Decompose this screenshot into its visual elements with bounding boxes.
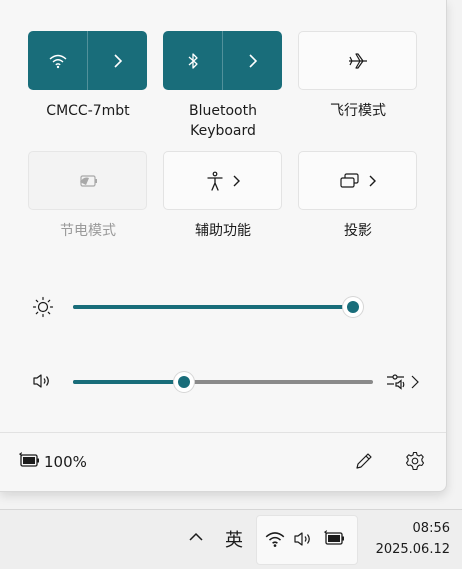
chevron-right-icon — [232, 175, 240, 187]
accessibility-label: 辅助功能 — [195, 223, 251, 239]
wifi-toggle-button[interactable] — [28, 31, 87, 90]
volume-thumb[interactable] — [174, 372, 194, 392]
clock[interactable]: 08:56 2025.06.12 — [362, 518, 450, 560]
battery-saver-label: 节电模式 — [60, 223, 116, 239]
bluetooth-tile-label: Bluetooth Keyboard — [153, 101, 293, 141]
airplane-mode-tile[interactable] — [298, 31, 417, 90]
speaker-icon[interactable] — [32, 373, 52, 389]
chevron-right-icon — [368, 175, 376, 187]
chevron-right-icon — [248, 53, 258, 68]
edit-icon[interactable] — [354, 451, 374, 471]
bluetooth-toggle-button[interactable] — [163, 31, 222, 90]
volume-fill — [73, 380, 184, 384]
project-tile[interactable] — [298, 151, 417, 210]
project-label: 投影 — [344, 223, 372, 239]
volume-icon — [293, 531, 313, 547]
battery-percentage: 100% — [44, 453, 87, 471]
wifi-icon — [264, 530, 286, 548]
brightness-thumb[interactable] — [343, 297, 363, 317]
show-hidden-icons-chevron-up-icon[interactable] — [189, 532, 203, 542]
wifi-tile-label: CMCC-7mbt — [46, 103, 130, 119]
wifi-icon — [48, 53, 68, 69]
footer-divider — [0, 432, 446, 433]
system-tray-group[interactable] — [256, 515, 358, 565]
settings-gear-icon[interactable] — [405, 451, 425, 471]
bluetooth-label-line1: Bluetooth — [189, 103, 257, 119]
bluetooth-icon — [187, 52, 199, 70]
quick-settings-panel: CMCC-7mbt Bluetooth Keyboard 飞行模式 节电模式 辅… — [0, 0, 447, 492]
taskbar: 英 08:56 2025.06.12 — [0, 509, 462, 569]
bluetooth-expand-button[interactable] — [223, 31, 282, 90]
accessibility-tile[interactable] — [163, 151, 282, 210]
audio-output-button[interactable] — [386, 372, 420, 392]
brightness-slider[interactable] — [73, 296, 363, 318]
brightness-fill — [73, 305, 363, 309]
clock-time: 08:56 — [412, 521, 450, 536]
volume-slider[interactable] — [73, 371, 373, 393]
bluetooth-label-line2: Keyboard — [190, 123, 256, 139]
wifi-expand-button[interactable] — [88, 31, 147, 90]
airplane-mode-label: 飞行模式 — [330, 103, 386, 119]
project-icon — [339, 172, 360, 189]
chevron-right-icon — [113, 53, 123, 68]
accessibility-icon — [206, 171, 224, 191]
battery-saver-icon — [78, 174, 98, 188]
clock-date: 2025.06.12 — [375, 542, 450, 557]
battery-icon[interactable] — [18, 452, 42, 468]
input-method-indicator[interactable]: 英 — [225, 526, 243, 552]
battery-saver-tile[interactable] — [28, 151, 147, 210]
bluetooth-tile — [163, 31, 282, 90]
brightness-icon — [32, 296, 54, 318]
airplane-icon — [348, 52, 368, 70]
battery-icon — [323, 530, 347, 546]
wifi-tile — [28, 31, 147, 90]
